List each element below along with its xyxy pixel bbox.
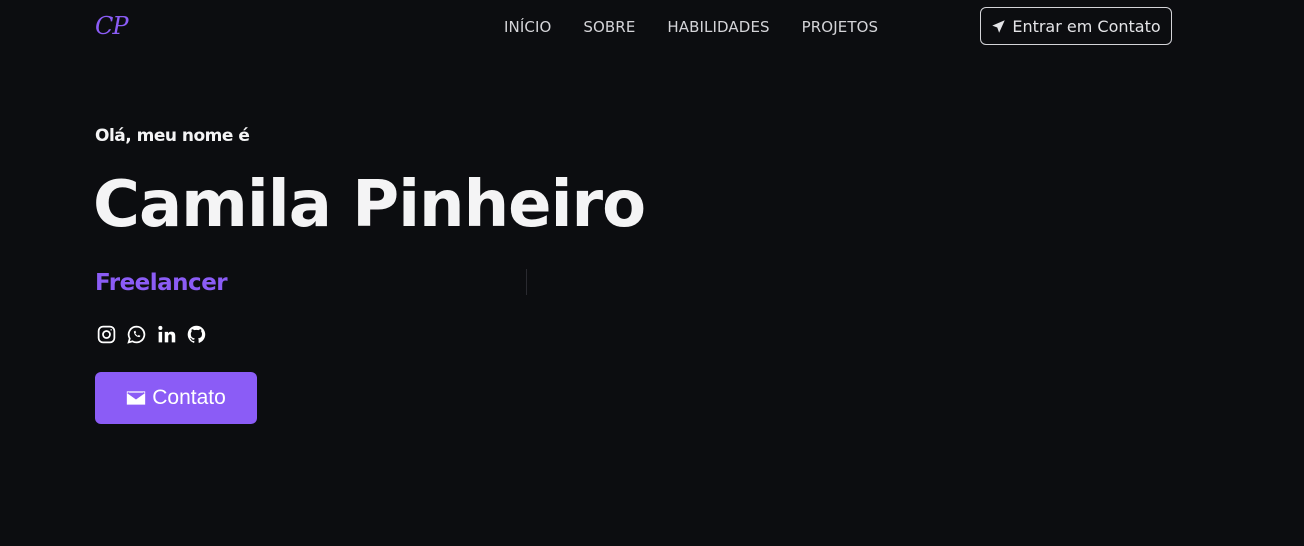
page: CP INÍCIO SOBRE HABILIDADES PROJETOS Ent…	[0, 0, 1304, 546]
hero-name: Camila Pinheiro	[93, 168, 646, 242]
logo[interactable]: CP	[95, 12, 129, 40]
hero-greeting: Olá, meu nome é	[95, 126, 250, 146]
nav-item-inicio[interactable]: INÍCIO	[504, 18, 551, 36]
contact-button[interactable]: Contato	[95, 372, 257, 424]
nav-item-habilidades[interactable]: HABILIDADES	[667, 18, 769, 36]
whatsapp-icon[interactable]	[125, 323, 147, 345]
social-links	[95, 323, 207, 345]
hero-role: Freelancer	[95, 270, 228, 296]
nav-item-projetos[interactable]: PROJETOS	[802, 18, 878, 36]
contact-header-button[interactable]: Entrar em Contato	[980, 7, 1172, 45]
contact-header-label: Entrar em Contato	[1012, 16, 1161, 36]
send-icon	[992, 19, 1006, 33]
main-nav: INÍCIO SOBRE HABILIDADES PROJETOS	[504, 18, 878, 36]
mail-icon	[127, 391, 146, 405]
typing-cursor	[526, 269, 527, 295]
github-icon[interactable]	[185, 323, 207, 345]
linkedin-icon[interactable]	[155, 323, 177, 345]
instagram-icon[interactable]	[95, 323, 117, 345]
contact-button-label: Contato	[152, 386, 226, 409]
nav-item-sobre[interactable]: SOBRE	[583, 18, 635, 36]
